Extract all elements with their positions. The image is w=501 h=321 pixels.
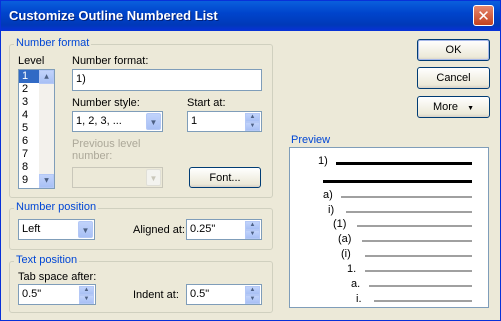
number-format-label: Number format:: [72, 55, 149, 67]
level-item[interactable]: 1: [19, 70, 39, 83]
close-button[interactable]: ✕: [473, 5, 494, 26]
aligned-at-stepper[interactable]: 0.25" ▲ ▼: [186, 219, 262, 240]
preview-marker: a.: [351, 278, 361, 290]
preview-marker: (1): [333, 218, 347, 230]
level-label: Level: [18, 55, 45, 67]
ok-button[interactable]: OK: [417, 39, 490, 61]
font-button[interactable]: Font...: [189, 167, 261, 188]
previous-level-select[interactable]: ▼: [72, 167, 163, 188]
scroll-up-icon[interactable]: ▲: [39, 70, 54, 84]
close-icon: ✕: [477, 7, 490, 25]
spin-up-icon[interactable]: ▲: [79, 286, 94, 295]
preview-marker: (a): [338, 233, 352, 245]
aligned-at-value: 0.25": [190, 223, 216, 235]
preview-line: [336, 162, 472, 165]
tab-space-stepper[interactable]: 0.5" ▲ ▼: [18, 284, 96, 305]
level-list[interactable]: 123456789 ▲ ▼: [18, 69, 55, 189]
number-style-value: 1, 2, 3, ...: [76, 115, 122, 127]
spin-down-icon[interactable]: ▼: [245, 122, 260, 131]
aligned-at-spin[interactable]: ▲ ▼: [245, 221, 260, 239]
indent-at-label: Indent at:: [133, 289, 179, 301]
spin-up-icon[interactable]: ▲: [245, 286, 260, 295]
scroll-down-icon[interactable]: ▼: [39, 174, 54, 188]
number-position-legend: Number position: [14, 201, 99, 213]
chevron-down-icon[interactable]: ▼: [146, 169, 161, 186]
cancel-button[interactable]: Cancel: [417, 67, 490, 89]
preview-pane: 1) a) i) (1) (a) (i) 1. a. i.: [289, 147, 489, 308]
dialog-title: Customize Outline Numbered List: [9, 8, 218, 23]
text-position-legend: Text position: [14, 254, 80, 266]
spin-down-icon[interactable]: ▼: [79, 295, 94, 304]
number-style-label: Number style:: [72, 97, 140, 109]
preview-line: [362, 240, 472, 242]
preview-marker: 1): [318, 155, 328, 167]
number-format-legend: Number format: [14, 37, 92, 49]
spin-down-icon[interactable]: ▼: [245, 230, 260, 239]
alignment-select[interactable]: Left ▼: [18, 219, 95, 240]
preview-label: Preview: [291, 134, 331, 146]
preview-marker: i.: [356, 293, 362, 305]
more-button[interactable]: More ▼: [417, 96, 490, 118]
alignment-value: Left: [22, 223, 41, 235]
more-arrow-icon: ▼: [467, 105, 475, 112]
tab-space-spin[interactable]: ▲ ▼: [79, 286, 94, 304]
preview-marker: i): [328, 204, 335, 216]
indent-at-value: 0.5": [190, 288, 210, 300]
spin-up-icon[interactable]: ▲: [245, 221, 260, 230]
title-bar[interactable]: Customize Outline Numbered List ✕: [1, 1, 500, 31]
start-at-spin[interactable]: ▲ ▼: [245, 113, 260, 131]
number-style-select[interactable]: 1, 2, 3, ... ▼: [72, 111, 163, 132]
preview-line: [346, 211, 472, 213]
preview-line: [374, 300, 472, 302]
chevron-down-icon[interactable]: ▼: [146, 113, 161, 130]
previous-level-label: Previous level number:: [72, 138, 141, 162]
spin-up-icon[interactable]: ▲: [245, 113, 260, 122]
preview-line: [357, 225, 472, 227]
preview-marker: 1.: [347, 263, 357, 275]
customize-outline-dialog: Customize Outline Numbered List ✕ Number…: [0, 0, 501, 321]
preview-line: [341, 196, 472, 198]
preview-line: [365, 255, 472, 257]
start-at-label: Start at:: [187, 97, 226, 109]
indent-at-spin[interactable]: ▲ ▼: [245, 286, 260, 304]
tab-space-value: 0.5": [22, 288, 42, 300]
preview-line: [369, 285, 472, 287]
start-at-value: 1: [191, 115, 198, 127]
spin-down-icon[interactable]: ▼: [245, 295, 260, 304]
number-format-value: 1): [76, 73, 86, 85]
aligned-at-label: Aligned at:: [133, 224, 185, 236]
preview-line: [365, 270, 472, 272]
indent-at-stepper[interactable]: 0.5" ▲ ▼: [186, 284, 262, 305]
preview-marker: (i): [341, 248, 351, 260]
number-format-input[interactable]: 1): [72, 69, 262, 91]
start-at-stepper[interactable]: 1 ▲ ▼: [187, 111, 262, 132]
chevron-down-icon[interactable]: ▼: [78, 221, 93, 238]
preview-line: [323, 180, 472, 183]
preview-marker: a): [323, 189, 333, 201]
level-scrollbar[interactable]: ▲ ▼: [39, 70, 54, 188]
tab-space-label: Tab space after:: [18, 271, 97, 283]
